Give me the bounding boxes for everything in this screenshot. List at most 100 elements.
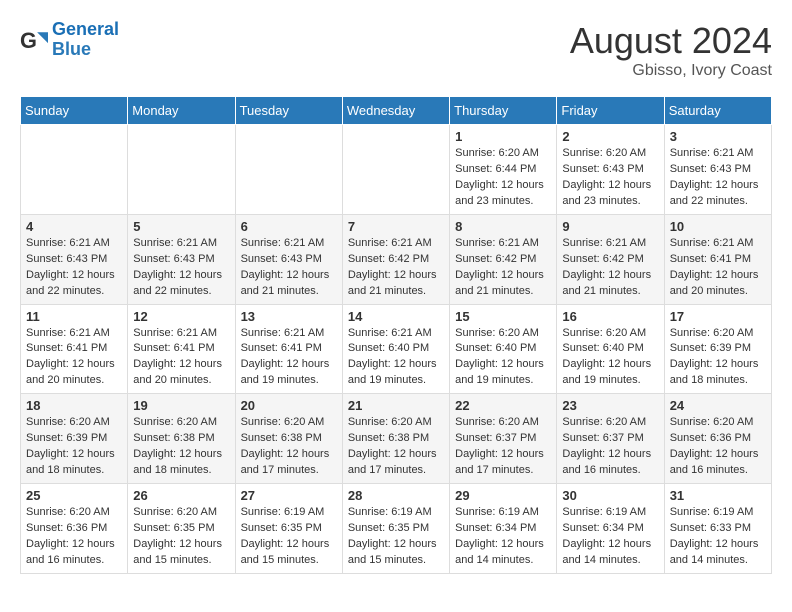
calendar-day-cell: 21Sunrise: 6:20 AMSunset: 6:38 PMDayligh…: [342, 394, 449, 484]
day-number: 5: [133, 219, 229, 234]
day-number: 9: [562, 219, 658, 234]
calendar-day-cell: 28 Sunrise: 6:19 AMSunset: 6:35 PMDayligh…: [342, 484, 449, 574]
day-info: Sunrise: 6:20 AMSunset: 6:39 PMDaylight:…: [26, 415, 122, 479]
day-info: Sunrise: 6:20 AMSunset: 6:40 PMDaylight:…: [455, 326, 551, 390]
calendar-day-cell: 20 Sunrise: 6:20 AMSunset: 6:38 PMDayligh…: [235, 394, 342, 484]
day-info: Sunrise: 6:21 AMSunset: 6:42 PMDaylight:…: [562, 236, 658, 300]
day-info: Sunrise: 6:21 AMSunset: 6:43 PMDaylight:…: [241, 236, 337, 300]
day-info: Sunrise: 6:19 AMSunset: 6:33 PMDaylight:…: [670, 505, 766, 569]
calendar-day-cell: [128, 125, 235, 215]
title-block: August 2024 Gbisso, Ivory Coast: [570, 20, 772, 80]
calendar-day-cell: 13 Sunrise: 6:21 AMSunset: 6:41 PMDayligh…: [235, 304, 342, 394]
calendar-day-cell: 12 Sunrise: 6:21 AMSunset: 6:41 PMDayligh…: [128, 304, 235, 394]
day-info: Sunrise: 6:20 AMSunset: 6:37 PMDaylight:…: [455, 415, 551, 479]
calendar-day-cell: [342, 125, 449, 215]
calendar-day-cell: 15 Sunrise: 6:20 AMSunset: 6:40 PMDayligh…: [450, 304, 557, 394]
day-of-week-header: Friday: [557, 97, 664, 125]
day-info: Sunrise: 6:21 AMSunset: 6:42 PMDaylight:…: [348, 236, 444, 300]
location: Gbisso, Ivory Coast: [570, 62, 772, 80]
calendar-day-cell: 4 Sunrise: 6:21 AMSunset: 6:43 PMDaylight…: [21, 214, 128, 304]
calendar-header-row: SundayMondayTuesdayWednesdayThursdayFrid…: [21, 97, 772, 125]
calendar-day-cell: 29Sunrise: 6:19 AMSunset: 6:34 PMDayligh…: [450, 484, 557, 574]
day-info: Sunrise: 6:20 AMSunset: 6:36 PMDaylight:…: [26, 505, 122, 569]
day-number: 7: [348, 219, 444, 234]
calendar-day-cell: 14 Sunrise: 6:21 AMSunset: 6:40 PMDayligh…: [342, 304, 449, 394]
day-number: 20: [241, 398, 337, 413]
day-number: 23: [562, 398, 658, 413]
calendar-day-cell: 25 Sunrise: 6:20 AMSunset: 6:36 PMDayligh…: [21, 484, 128, 574]
day-number: 12: [133, 309, 229, 324]
logo-text: General Blue: [52, 20, 119, 60]
day-info: Sunrise: 6:20 AMSunset: 6:35 PMDaylight:…: [133, 505, 229, 569]
logo: G General Blue: [20, 20, 119, 60]
calendar-day-cell: 3Sunrise: 6:21 AMSunset: 6:43 PMDaylight…: [664, 125, 771, 215]
day-number: 3: [670, 129, 766, 144]
calendar-day-cell: 11 Sunrise: 6:21 AMSunset: 6:41 PMDayligh…: [21, 304, 128, 394]
page-header: G General Blue August 2024 Gbisso, Ivory…: [20, 20, 772, 80]
calendar-day-cell: 17Sunrise: 6:20 AMSunset: 6:39 PMDayligh…: [664, 304, 771, 394]
day-info: Sunrise: 6:20 AMSunset: 6:38 PMDaylight:…: [348, 415, 444, 479]
day-number: 31: [670, 488, 766, 503]
day-number: 13: [241, 309, 337, 324]
calendar-day-cell: 5Sunrise: 6:21 AMSunset: 6:43 PMDaylight…: [128, 214, 235, 304]
day-number: 6: [241, 219, 337, 234]
day-number: 4: [26, 219, 122, 234]
day-of-week-header: Wednesday: [342, 97, 449, 125]
day-number: 27: [241, 488, 337, 503]
day-info: Sunrise: 6:20 AMSunset: 6:38 PMDaylight:…: [241, 415, 337, 479]
day-info: Sunrise: 6:21 AMSunset: 6:41 PMDaylight:…: [26, 326, 122, 390]
day-info: Sunrise: 6:20 AMSunset: 6:44 PMDaylight:…: [455, 146, 551, 210]
day-info: Sunrise: 6:20 AMSunset: 6:40 PMDaylight:…: [562, 326, 658, 390]
day-of-week-header: Tuesday: [235, 97, 342, 125]
calendar-day-cell: 27Sunrise: 6:19 AMSunset: 6:35 PMDayligh…: [235, 484, 342, 574]
calendar-day-cell: 19 Sunrise: 6:20 AMSunset: 6:38 PMDayligh…: [128, 394, 235, 484]
day-info: Sunrise: 6:20 AMSunset: 6:37 PMDaylight:…: [562, 415, 658, 479]
day-number: 11: [26, 309, 122, 324]
day-info: Sunrise: 6:21 AMSunset: 6:43 PMDaylight:…: [26, 236, 122, 300]
day-number: 16: [562, 309, 658, 324]
day-info: Sunrise: 6:20 AMSunset: 6:38 PMDaylight:…: [133, 415, 229, 479]
calendar-day-cell: 26 Sunrise: 6:20 AMSunset: 6:35 PMDayligh…: [128, 484, 235, 574]
day-info: Sunrise: 6:21 AMSunset: 6:40 PMDaylight:…: [348, 326, 444, 390]
calendar-week-row: 1 Sunrise: 6:20 AMSunset: 6:44 PMDaylight…: [21, 125, 772, 215]
day-number: 22: [455, 398, 551, 413]
logo-icon: G: [20, 26, 48, 54]
day-info: Sunrise: 6:21 AMSunset: 6:41 PMDaylight:…: [241, 326, 337, 390]
calendar-week-row: 18Sunrise: 6:20 AMSunset: 6:39 PMDayligh…: [21, 394, 772, 484]
day-of-week-header: Monday: [128, 97, 235, 125]
day-number: 15: [455, 309, 551, 324]
calendar-day-cell: 30 Sunrise: 6:19 AMSunset: 6:34 PMDayligh…: [557, 484, 664, 574]
day-number: 24: [670, 398, 766, 413]
day-info: Sunrise: 6:19 AMSunset: 6:35 PMDaylight:…: [348, 505, 444, 569]
calendar-day-cell: 7 Sunrise: 6:21 AMSunset: 6:42 PMDaylight…: [342, 214, 449, 304]
day-number: 25: [26, 488, 122, 503]
day-info: Sunrise: 6:20 AMSunset: 6:43 PMDaylight:…: [562, 146, 658, 210]
day-number: 8: [455, 219, 551, 234]
day-info: Sunrise: 6:21 AMSunset: 6:41 PMDaylight:…: [670, 236, 766, 300]
calendar-day-cell: 16 Sunrise: 6:20 AMSunset: 6:40 PMDayligh…: [557, 304, 664, 394]
day-number: 10: [670, 219, 766, 234]
calendar-day-cell: 23 Sunrise: 6:20 AMSunset: 6:37 PMDayligh…: [557, 394, 664, 484]
day-number: 14: [348, 309, 444, 324]
day-info: Sunrise: 6:20 AMSunset: 6:39 PMDaylight:…: [670, 326, 766, 390]
calendar-day-cell: 24 Sunrise: 6:20 AMSunset: 6:36 PMDayligh…: [664, 394, 771, 484]
calendar-day-cell: 1 Sunrise: 6:20 AMSunset: 6:44 PMDaylight…: [450, 125, 557, 215]
day-number: 28: [348, 488, 444, 503]
calendar-day-cell: 31 Sunrise: 6:19 AMSunset: 6:33 PMDayligh…: [664, 484, 771, 574]
svg-text:G: G: [20, 28, 37, 53]
day-info: Sunrise: 6:21 AMSunset: 6:41 PMDaylight:…: [133, 326, 229, 390]
day-number: 29: [455, 488, 551, 503]
calendar-day-cell: 18Sunrise: 6:20 AMSunset: 6:39 PMDayligh…: [21, 394, 128, 484]
day-number: 2: [562, 129, 658, 144]
day-info: Sunrise: 6:19 AMSunset: 6:34 PMDaylight:…: [562, 505, 658, 569]
day-info: Sunrise: 6:20 AMSunset: 6:36 PMDaylight:…: [670, 415, 766, 479]
calendar-week-row: 11 Sunrise: 6:21 AMSunset: 6:41 PMDayligh…: [21, 304, 772, 394]
calendar-day-cell: 2 Sunrise: 6:20 AMSunset: 6:43 PMDaylight…: [557, 125, 664, 215]
calendar-week-row: 25 Sunrise: 6:20 AMSunset: 6:36 PMDayligh…: [21, 484, 772, 574]
day-number: 1: [455, 129, 551, 144]
day-of-week-header: Saturday: [664, 97, 771, 125]
day-number: 26: [133, 488, 229, 503]
calendar-day-cell: 8Sunrise: 6:21 AMSunset: 6:42 PMDaylight…: [450, 214, 557, 304]
day-number: 30: [562, 488, 658, 503]
day-number: 19: [133, 398, 229, 413]
